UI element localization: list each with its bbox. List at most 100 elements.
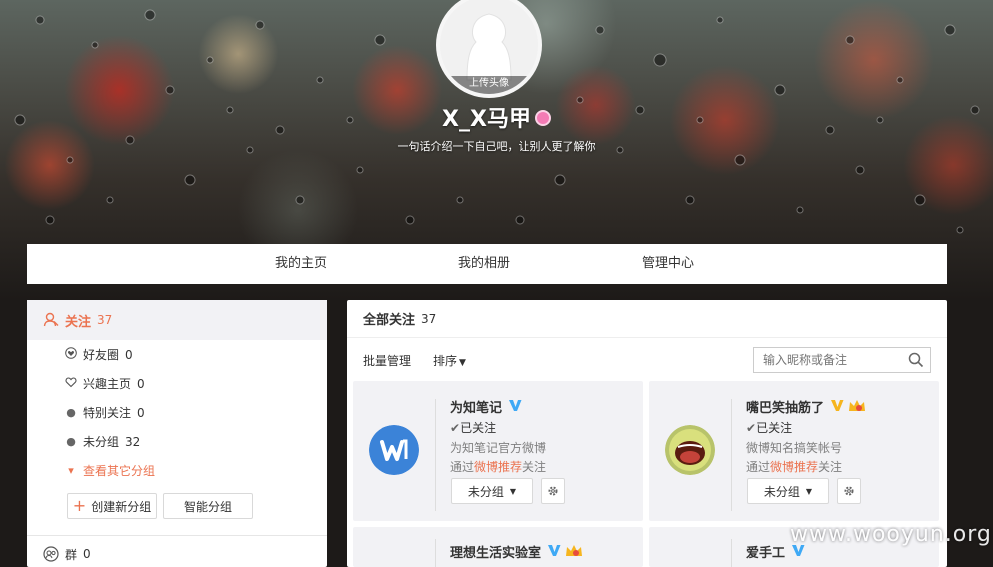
follow-list-toolbar: 批量管理 排序 ▼ [347,338,947,382]
upload-avatar-label[interactable]: 上传头像 [440,76,538,94]
caret-down-icon: ▼ [509,486,517,496]
group-actions: + 创建新分组 智能分组 [27,493,327,519]
search-box [753,347,931,373]
gear-icon [844,486,854,496]
sidebar-item-label: 兴趣主页 [83,377,132,391]
username-text: X_X马甲 [442,107,531,132]
card-divider [731,539,732,567]
user-name[interactable]: 嘴巴笑抽筋了 [746,397,866,418]
follow-source-prefix: 通过 [450,460,475,474]
gear-icon [548,486,558,496]
sidebar-item-count: 0 [137,405,145,420]
tab-my-homepage[interactable]: 我的主页 [275,244,327,284]
user-follow-icon [43,312,59,327]
card-divider [731,399,732,511]
follow-source-link[interactable]: 微博推荐 [474,460,522,474]
member-badge-icon[interactable] [534,110,551,126]
profile-tabs: 我的主页 我的相册 管理中心 [27,244,947,284]
watermark-text: www.wooyun.org [790,522,992,547]
follow-list-count: 37 [421,311,437,326]
wiz-logo-icon [369,425,419,475]
group-chat-icon [43,546,59,562]
group-select-button[interactable]: 未分组 ▼ [451,478,533,504]
sidebar-item-special-follow[interactable]: ● 特别关注 0 [27,398,327,427]
check-icon: ✔ [746,421,757,435]
tab-management-center[interactable]: 管理中心 [642,244,694,284]
heart-circle-icon [65,347,77,362]
follow-list-header: 全部关注 37 [347,300,947,338]
follow-source: 通过微博推荐关注 [450,458,546,475]
sidebar-item-friends-circle[interactable]: 好友圈 0 [27,340,327,369]
dot-icon: ● [66,406,76,419]
user-name-text: 为知笔记 [450,401,503,416]
verified-gold-icon [830,399,844,416]
group-select-label: 未分组 [763,484,800,499]
follow-card[interactable]: 理想生活实验室 [353,527,643,567]
user-name-text: 理想生活实验室 [450,546,542,561]
caret-down-icon: ▼ [805,486,813,496]
user-name-text: 爱手工 [746,546,786,561]
user-name[interactable]: 理想生活实验室 [450,542,583,563]
sidebar-item-ungrouped[interactable]: ● 未分组 32 [27,427,327,456]
verified-blue-icon [508,399,522,416]
user-name-text: 嘴巴笑抽筋了 [746,401,825,416]
sidebar-item-interest-pages[interactable]: 兴趣主页 0 [27,369,327,398]
sidebar-item-count: 32 [125,434,141,449]
more-groups-link[interactable]: 查看其它分组 [83,462,155,479]
laughing-face-avatar-icon [665,425,715,475]
follow-source-prefix: 通过 [746,460,771,474]
follow-source-suffix: 关注 [818,460,843,474]
sidebar-item-label: 未分组 [83,435,120,449]
sidebar-item-more-groups[interactable]: ▾ 查看其它分组 [27,456,327,485]
search-input[interactable] [754,348,904,372]
groups-label: 群 [65,547,78,562]
follow-source-suffix: 关注 [522,460,547,474]
plus-icon: + [72,496,87,515]
sidebar-item-follow[interactable]: 关注 37 [27,300,327,340]
follow-source-link[interactable]: 微博推荐 [770,460,818,474]
caret-down-icon: ▾ [68,464,74,477]
follow-label: 关注 [65,314,92,330]
profile-username: X_X马甲 [0,106,993,134]
smart-group-button[interactable]: 智能分组 [163,493,253,519]
follow-sidebar: 关注 37 好友圈 0 兴趣主页 0 ● 特别关注 0 ● 未分组 32 ▾ 查… [27,300,327,567]
batch-manage-button[interactable]: 批量管理 [363,352,411,369]
groups-count: 0 [83,547,91,561]
sort-label: 排序 [433,354,458,368]
create-group-label: 创建新分组 [91,499,152,514]
verified-blue-icon [547,544,561,561]
group-select-label: 未分组 [467,484,504,499]
sort-dropdown[interactable]: 排序 ▼ [433,352,466,369]
follow-status: ✔已关注 [746,419,792,436]
follow-source: 通过微博推荐关注 [746,458,842,475]
create-group-button[interactable]: + 创建新分组 [67,493,157,519]
sidebar-item-label: 特别关注 [83,406,132,420]
card-divider [435,539,436,567]
settings-button[interactable] [541,478,565,504]
caret-down-icon: ▼ [459,358,466,368]
follow-status-text: 已关注 [756,421,793,435]
profile-avatar[interactable]: 上传头像 [436,0,542,98]
user-name[interactable]: 为知笔记 [450,397,522,417]
search-icon[interactable] [908,352,924,368]
sidebar-item-label: 好友圈 [83,348,120,362]
member-crown-icon [848,399,866,417]
heart-outline-icon [65,376,77,391]
follow-list-title: 全部关注 [363,313,416,328]
user-description: 微博知名搞笑帐号 [746,441,843,455]
user-description: 为知笔记官方微博 [450,441,547,455]
tab-my-album[interactable]: 我的相册 [458,244,510,284]
card-divider [435,399,436,511]
sidebar-item-count: 0 [125,347,133,362]
group-select-button[interactable]: 未分组 ▼ [747,478,829,504]
user-avatar[interactable] [369,425,419,475]
user-avatar[interactable] [665,425,715,475]
follow-card[interactable]: 为知笔记 ✔已关注 为知笔记官方微博 通过微博推荐关注 未分组 ▼ [353,381,643,521]
follow-status: ✔已关注 [450,419,496,436]
follow-status-text: 已关注 [460,421,497,435]
sidebar-item-groups[interactable]: 群 0 [27,536,327,567]
dot-icon: ● [66,435,76,448]
profile-bio[interactable]: 一句话介绍一下自己吧，让别人更了解你 [0,138,993,154]
follow-card[interactable]: 嘴巴笑抽筋了 ✔已关注 微博知名搞笑帐号 通过微博推荐关注 未分组 ▼ [649,381,939,521]
settings-button[interactable] [837,478,861,504]
